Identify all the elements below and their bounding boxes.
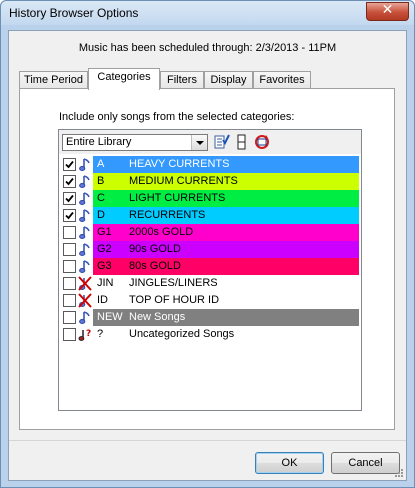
category-row[interactable]: D RECURRENTS — [59, 207, 361, 224]
music-note-icon — [78, 259, 92, 274]
history-browser-options-window: History Browser Options ✕ Music has been… — [0, 0, 415, 488]
music-note-icon — [78, 242, 92, 257]
music-note-icon — [78, 225, 92, 240]
category-checkbox[interactable] — [63, 209, 76, 222]
question-note-icon: ? — [78, 327, 92, 342]
category-code: B — [97, 175, 105, 187]
category-code: G2 — [97, 243, 112, 255]
category-code: G1 — [97, 226, 112, 238]
category-name: Uncategorized Songs — [129, 328, 235, 340]
category-row[interactable]: G1 2000s GOLD — [59, 224, 361, 241]
category-code: NEW — [97, 311, 123, 323]
music-note-icon — [78, 208, 92, 223]
category-name: New Songs — [129, 311, 186, 323]
close-button[interactable]: ✕ — [366, 2, 409, 21]
chevron-down-icon[interactable] — [191, 135, 207, 150]
tab-label: Time Period — [24, 74, 83, 86]
category-row[interactable]: NEW New Songs — [59, 309, 361, 326]
category-code: D — [97, 209, 105, 221]
category-list[interactable]: Entire Library A HEAVY CURRENTS B MEDIUM… — [58, 129, 362, 411]
dialog-body: Music has been scheduled through: 2/3/20… — [8, 30, 407, 481]
no-music-icon — [78, 276, 92, 291]
category-name: 80s GOLD — [129, 260, 181, 272]
category-code: ID — [97, 294, 108, 306]
tab-categories[interactable]: Categories — [88, 68, 160, 90]
category-name: 90s GOLD — [129, 243, 181, 255]
category-checkbox[interactable] — [63, 243, 76, 256]
footer-divider — [9, 440, 406, 441]
category-checkbox[interactable] — [63, 192, 76, 205]
category-row[interactable]: B MEDIUM CURRENTS — [59, 173, 361, 190]
category-checkbox[interactable] — [63, 175, 76, 188]
category-code: A — [97, 158, 105, 170]
category-list-toolbar: Entire Library — [59, 130, 361, 154]
window-title: History Browser Options — [9, 6, 139, 20]
category-name: LIGHT CURRENTS — [129, 192, 226, 204]
music-note-icon — [78, 157, 92, 172]
category-code: JIN — [97, 277, 114, 289]
library-select-value: Entire Library — [66, 136, 132, 148]
resize-grip-icon[interactable] — [394, 468, 404, 478]
categories-tab-panel: Include only songs from the selected cat… — [19, 88, 395, 430]
close-icon: ✕ — [381, 2, 394, 18]
category-checkbox[interactable] — [63, 260, 76, 273]
category-row[interactable]: JIN JINGLES/LINERS — [59, 275, 361, 292]
ok-button-label: OK — [281, 457, 298, 469]
category-name: JINGLES/LINERS — [129, 277, 218, 289]
category-row[interactable]: A HEAVY CURRENTS — [59, 156, 361, 173]
schedule-status-text: Music has been scheduled through: 2/3/20… — [78, 42, 337, 54]
category-name: RECURRENTS — [129, 209, 206, 221]
category-code: G3 — [97, 260, 112, 272]
cancel-button-label: Cancel — [348, 457, 383, 469]
tab-label: Display — [210, 74, 247, 86]
category-rows: A HEAVY CURRENTS B MEDIUM CURRENTS C LIGHT CU… — [59, 156, 361, 343]
tab-display[interactable]: Display — [204, 71, 253, 89]
category-checkbox[interactable] — [63, 226, 76, 239]
tab-label: Filters — [167, 74, 197, 86]
category-row[interactable]: G2 90s GOLD — [59, 241, 361, 258]
cancel-button[interactable]: Cancel — [331, 452, 400, 474]
category-row[interactable]: G3 80s GOLD — [59, 258, 361, 275]
title-bar[interactable]: History Browser Options ✕ — [1, 1, 414, 25]
svg-text:?: ? — [86, 329, 91, 339]
tab-favorites[interactable]: Favorites — [253, 71, 311, 89]
category-name: 2000s GOLD — [129, 226, 194, 238]
library-select[interactable]: Entire Library — [62, 134, 208, 151]
category-name: HEAVY CURRENTS — [129, 158, 230, 170]
ok-button[interactable]: OK — [255, 452, 324, 474]
tab-label: Favorites — [259, 74, 305, 86]
tab-label: Categories — [97, 71, 151, 83]
category-code: ? — [97, 328, 104, 340]
category-code: C — [97, 192, 105, 204]
category-checkbox[interactable] — [63, 311, 76, 324]
music-note-icon — [78, 174, 92, 189]
category-name: TOP OF HOUR ID — [129, 294, 220, 306]
category-row[interactable]: ?? Uncategorized Songs — [59, 326, 361, 343]
music-note-icon — [78, 191, 92, 206]
category-checkbox[interactable] — [63, 294, 76, 307]
music-note-icon — [78, 310, 92, 325]
instruction-label: Include only songs from the selected cat… — [59, 111, 295, 123]
category-name: MEDIUM CURRENTS — [129, 175, 238, 187]
no-music-icon — [78, 293, 92, 308]
refresh-icon[interactable] — [253, 133, 271, 151]
category-row[interactable]: ID TOP OF HOUR ID — [59, 292, 361, 309]
column-icon[interactable] — [233, 133, 251, 151]
category-checkbox[interactable] — [63, 328, 76, 341]
category-checkbox[interactable] — [63, 277, 76, 290]
category-row[interactable]: C LIGHT CURRENTS — [59, 190, 361, 207]
category-checkbox[interactable] — [63, 158, 76, 171]
tab-filters[interactable]: Filters — [160, 71, 204, 89]
tab-time-period[interactable]: Time Period — [19, 71, 88, 89]
check-all-icon[interactable] — [213, 133, 231, 151]
